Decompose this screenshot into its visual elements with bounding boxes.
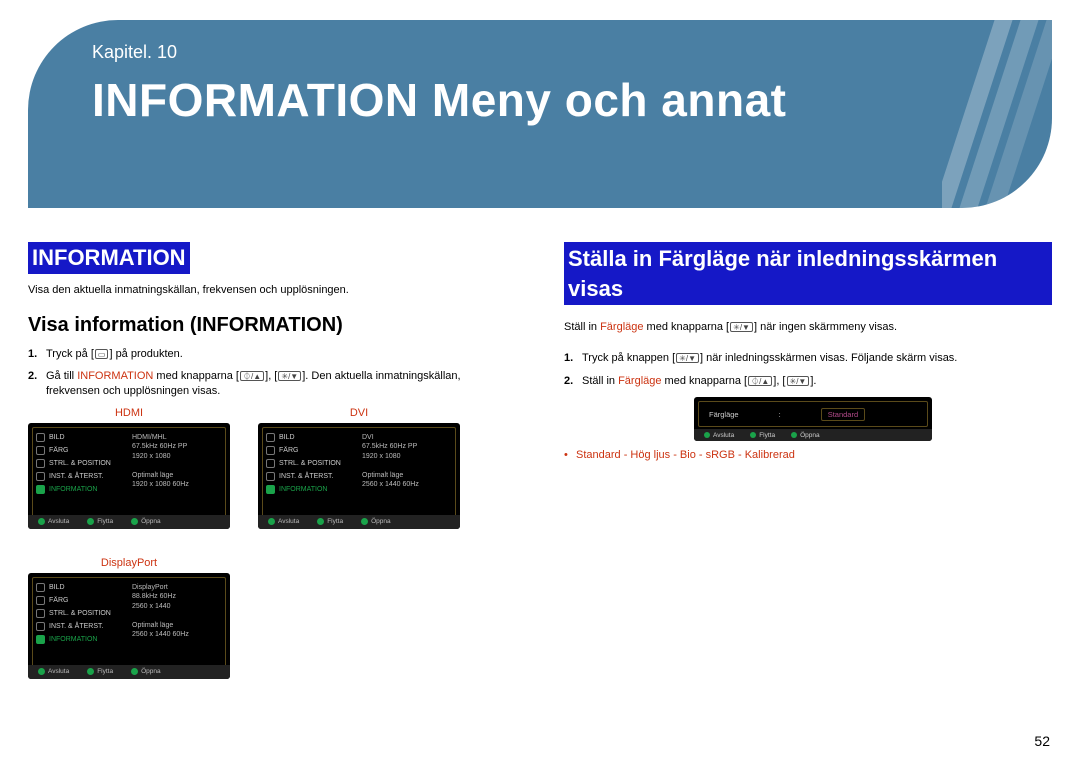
down-button-icon: ✳/▼ — [787, 376, 810, 386]
left-step-1: Tryck på [▭] på produkten. — [28, 347, 516, 362]
right-step-1: Tryck på knappen [✳/▼] när inledningsskä… — [564, 351, 1052, 366]
chapter-banner: Kapitel. 10 INFORMATION Meny och annat — [28, 20, 1052, 208]
page-title: INFORMATION Meny och annat — [92, 73, 1052, 127]
keyword-information: INFORMATION — [77, 370, 153, 382]
osd-thumbnails: HDMI BILD FÄRG STRL. & POSITION INST. & … — [28, 407, 516, 679]
right-column: Ställa in Färgläge när inledningsskärmen… — [564, 242, 1052, 679]
osd-screenshot: BILD FÄRG STRL. & POSITION INST. & ÅTERS… — [258, 423, 460, 529]
subheading-visa-information: Visa information (INFORMATION) — [28, 314, 516, 337]
chapter-label: Kapitel. 10 — [92, 42, 1052, 63]
up-button-icon: ⏀/▲ — [748, 376, 772, 386]
left-step-2: Gå till INFORMATION med knapparna [⏀/▲],… — [28, 369, 516, 399]
down-button-icon: ✳/▼ — [730, 322, 753, 332]
mini-value: Standard — [821, 408, 865, 421]
section-heading-information: INFORMATION — [28, 242, 190, 274]
information-lead: Visa den aktuella inmatningskällan, frek… — [28, 284, 516, 296]
keyword-farglage: Färgläge — [618, 375, 661, 387]
down-button-icon: ✳/▼ — [676, 353, 699, 363]
thumb-label: HDMI — [28, 407, 230, 419]
osd-thumb-displayport: DisplayPort BILD FÄRG STRL. & POSITION I… — [28, 557, 230, 679]
osd-screenshot: BILD FÄRG STRL. & POSITION INST. & ÅTERS… — [28, 423, 230, 529]
up-button-icon: ⏀/▲ — [240, 371, 264, 381]
osd-thumb-hdmi: HDMI BILD FÄRG STRL. & POSITION INST. & … — [28, 407, 230, 529]
right-lead: Ställ in Färgläge med knapparna [✳/▼] nä… — [564, 321, 1052, 333]
right-steps: Tryck på knappen [✳/▼] när inledningsskä… — [564, 351, 1052, 389]
keyword-farglage: Färgläge — [600, 321, 643, 333]
left-steps: Tryck på [▭] på produkten. Gå till INFOR… — [28, 347, 516, 400]
menu-button-icon: ▭ — [95, 349, 109, 359]
osd-thumb-dvi: DVI BILD FÄRG STRL. & POSITION INST. & Å… — [258, 407, 460, 529]
section-heading-farglage: Ställa in Färgläge när inledningsskärmen… — [564, 242, 1052, 305]
thumb-label: DVI — [258, 407, 460, 419]
page-number: 52 — [1034, 733, 1050, 749]
down-button-icon: ✳/▼ — [278, 371, 301, 381]
banner-stripes — [942, 20, 1052, 208]
mini-label: Färgläge — [709, 410, 739, 419]
right-step-2: Ställ in Färgläge med knapparna [⏀/▲], [… — [564, 374, 1052, 389]
osd-screenshot: BILD FÄRG STRL. & POSITION INST. & ÅTERS… — [28, 573, 230, 679]
left-column: INFORMATION Visa den aktuella inmatnings… — [28, 242, 516, 679]
mode-options-bullet: Standard - Hög ljus - Bio - sRGB - Kalib… — [564, 449, 1052, 461]
farglage-osd: Färgläge : Standard Avsluta Flytta Öppna — [694, 397, 932, 441]
thumb-label: DisplayPort — [28, 557, 230, 569]
